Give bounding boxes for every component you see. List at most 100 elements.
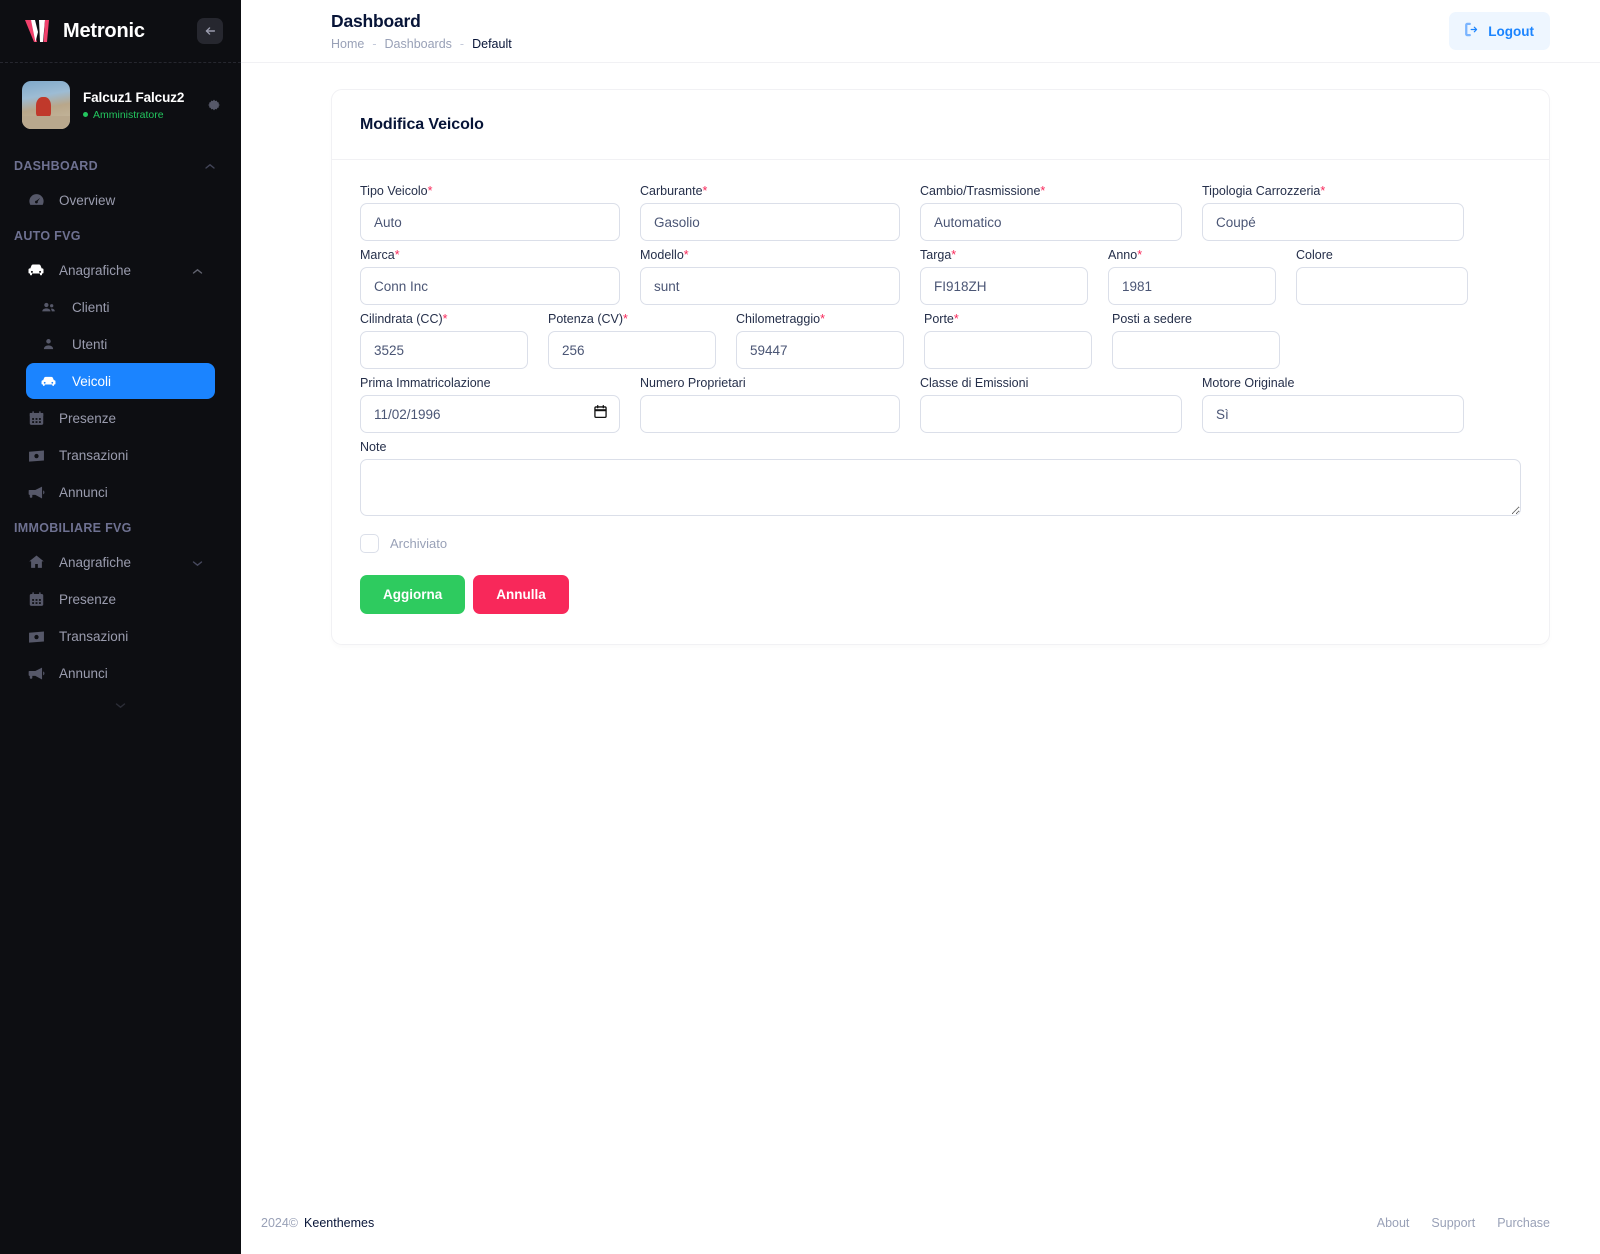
numero-proprietari-input[interactable] [640, 395, 900, 433]
breadcrumb-item-dashboards[interactable]: Dashboards [385, 37, 452, 51]
label-text: Tipo Veicolo [360, 184, 428, 198]
anno-input[interactable] [1108, 267, 1276, 305]
car-side-icon [38, 371, 58, 391]
breadcrumb: Home - Dashboards - Default [331, 37, 512, 51]
field-label: Cambio/Trasmissione* [920, 184, 1182, 198]
sidebar: Metronic Falcuz1 Falcuz2 Amministratore [0, 0, 241, 1254]
note-textarea[interactable] [360, 459, 1521, 516]
footer-link-about[interactable]: About [1377, 1216, 1410, 1230]
required-asterisk: * [623, 312, 628, 326]
footer: 2024© Keenthemes About Support Purchase [241, 1192, 1600, 1254]
label-text: Chilometraggio [736, 312, 820, 326]
label-text: Cambio/Trasmissione [920, 184, 1040, 198]
field-classe-di-emissioni: Classe di Emissioni [920, 376, 1182, 433]
tipo-veicolo-input[interactable] [360, 203, 620, 241]
archiviato-checkbox[interactable] [360, 534, 379, 553]
required-asterisk: * [443, 312, 448, 326]
field-label: Posti a sedere [1112, 312, 1280, 326]
footer-link-purchase[interactable]: Purchase [1497, 1216, 1550, 1230]
collapse-left-icon[interactable] [197, 18, 223, 44]
calendar-icon [26, 589, 46, 609]
porte-input[interactable] [924, 331, 1092, 369]
footer-brand[interactable]: Keenthemes [304, 1216, 374, 1230]
colore-input[interactable] [1296, 267, 1468, 305]
field-label: Note [360, 440, 1521, 454]
sidebar-scroll-caret[interactable] [0, 692, 241, 728]
sidebar-item-annunci-immobiliare[interactable]: Annunci [14, 655, 215, 691]
label-text: Numero Proprietari [640, 376, 746, 390]
targa-input[interactable] [920, 267, 1088, 305]
label-text: Colore [1296, 248, 1333, 262]
tipologia-carrozzeria-input[interactable] [1202, 203, 1464, 241]
form-row: Prima Immatricolazione [360, 376, 1521, 433]
field-porte: Porte* [924, 312, 1092, 369]
sidebar-item-presenze-immobiliare[interactable]: Presenze [14, 581, 215, 617]
required-asterisk: * [428, 184, 433, 198]
sidebar-item-utenti[interactable]: Utenti [26, 326, 215, 362]
marca-input[interactable] [360, 267, 620, 305]
sidebar-item-anagrafiche-immobiliare[interactable]: Anagrafiche [14, 544, 215, 580]
topbar: Dashboard Home - Dashboards - Default [241, 0, 1600, 63]
sidebar-user[interactable]: Falcuz1 Falcuz2 Amministratore [0, 63, 241, 145]
sidebar-brand: Metronic [0, 0, 241, 62]
field-label: Chilometraggio* [736, 312, 904, 326]
required-asterisk: * [684, 248, 689, 262]
modello-input[interactable] [640, 267, 900, 305]
footer-links: About Support Purchase [1377, 1216, 1550, 1230]
form-actions: Aggiorna Annulla [360, 575, 1521, 614]
sidebar-item-annunci-auto[interactable]: Annunci [14, 474, 215, 510]
page-title: Dashboard [331, 11, 512, 31]
field-label: Marca* [360, 248, 620, 262]
chevron-down-icon[interactable] [192, 555, 203, 570]
cambio-trasmissione-input[interactable] [920, 203, 1182, 241]
motore-originale-input[interactable] [1202, 395, 1464, 433]
field-tipologia-carrozzeria: Tipologia Carrozzeria* [1202, 184, 1464, 241]
date-input-wrapper [360, 395, 620, 433]
sidebar-item-overview[interactable]: Overview [14, 182, 215, 218]
sidebar-item-veicoli[interactable]: Veicoli [26, 363, 215, 399]
label-text: Porte [924, 312, 954, 326]
field-label: Targa* [920, 248, 1088, 262]
cilindrata-input[interactable] [360, 331, 528, 369]
field-label: Anno* [1108, 248, 1276, 262]
breadcrumb-item-home[interactable]: Home [331, 37, 364, 51]
aggiorna-button[interactable]: Aggiorna [360, 575, 465, 614]
megaphone-icon [26, 663, 46, 683]
label-text: Cilindrata (CC) [360, 312, 443, 326]
field-label: Motore Originale [1202, 376, 1464, 390]
sidebar-item-transazioni-immobiliare[interactable]: Transazioni [14, 618, 215, 654]
posti-a-sedere-input[interactable] [1112, 331, 1280, 369]
sidebar-item-anagrafiche-auto[interactable]: Anagrafiche [14, 252, 215, 288]
label-text: Anno [1108, 248, 1137, 262]
megaphone-icon [26, 482, 46, 502]
sidebar-item-presenze-auto[interactable]: Presenze [14, 400, 215, 436]
carburante-input[interactable] [640, 203, 900, 241]
footer-link-support[interactable]: Support [1431, 1216, 1475, 1230]
chevron-up-icon[interactable] [192, 263, 203, 278]
sidebar-item-label: Overview [59, 193, 115, 208]
logout-button[interactable]: Logout [1449, 12, 1550, 50]
potenza-input[interactable] [548, 331, 716, 369]
vehicle-form-card: Modifica Veicolo Tipo Veicolo* Carburant… [331, 89, 1550, 645]
field-cambio-trasmissione: Cambio/Trasmissione* [920, 184, 1182, 241]
content-area: Modifica Veicolo Tipo Veicolo* Carburant… [241, 63, 1600, 1192]
prima-immatricolazione-input[interactable] [360, 395, 620, 433]
field-motore-originale: Motore Originale [1202, 376, 1464, 433]
field-label: Prima Immatricolazione [360, 376, 620, 390]
required-asterisk: * [820, 312, 825, 326]
classe-di-emissioni-input[interactable] [920, 395, 1182, 433]
user-name: Falcuz1 Falcuz2 [83, 90, 184, 105]
sidebar-item-clienti[interactable]: Clienti [26, 289, 215, 325]
card-title: Modifica Veicolo [360, 116, 1521, 134]
gear-icon[interactable] [205, 96, 223, 114]
chevron-up-icon[interactable] [205, 159, 215, 173]
breadcrumb-separator: - [460, 37, 464, 51]
field-note: Note [360, 440, 1521, 516]
user-icon [38, 334, 58, 354]
sidebar-item-transazioni-auto[interactable]: Transazioni [14, 437, 215, 473]
sidebar-item-label: Transazioni [59, 448, 128, 463]
annulla-button[interactable]: Annulla [473, 575, 569, 614]
field-label: Classe di Emissioni [920, 376, 1182, 390]
logout-button-label: Logout [1488, 24, 1534, 39]
chilometraggio-input[interactable] [736, 331, 904, 369]
